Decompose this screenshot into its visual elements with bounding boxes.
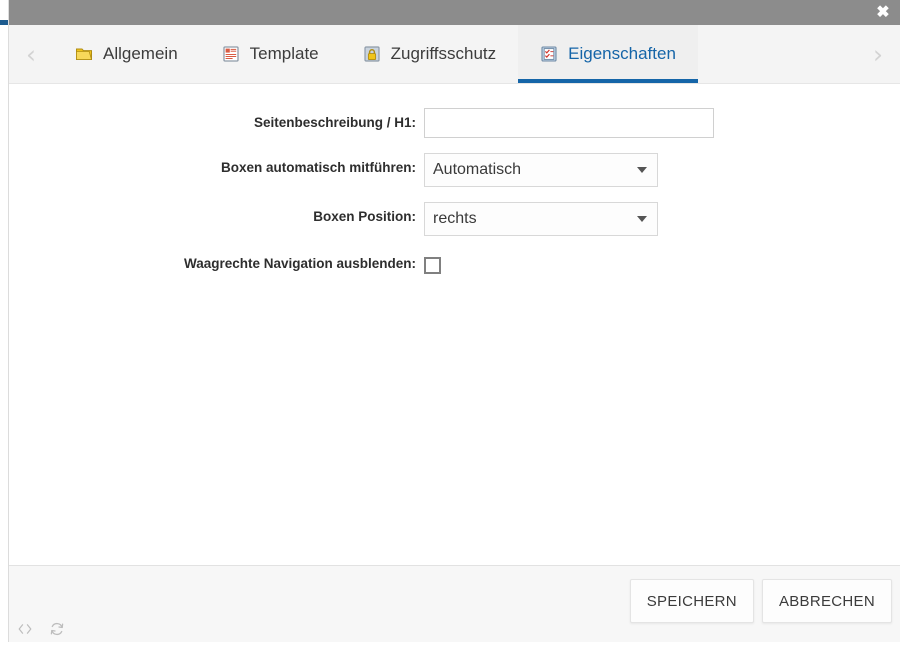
dialog-footer: SPEICHERN ABBRECHEN: [9, 565, 900, 642]
tab-label: Zugriffsschutz: [391, 44, 497, 64]
tab-list: Allgemein Template: [53, 25, 698, 83]
boxen-automatisch-select[interactable]: Automatisch: [424, 153, 658, 187]
footer-cutoff-text: [69, 638, 449, 648]
field-label: Seitenbeschreibung / H1:: [9, 108, 424, 138]
lock-icon: [363, 45, 381, 63]
boxen-position-select[interactable]: rechts: [424, 202, 658, 236]
form-row-seitenbeschreibung: Seitenbeschreibung / H1:: [9, 108, 900, 138]
tab-zugriffsschutz[interactable]: Zugriffsschutz: [341, 25, 519, 83]
tab-label: Allgemein: [103, 44, 178, 64]
select-value: Automatisch: [433, 161, 521, 179]
folder-icon: [75, 45, 93, 63]
page-root: ✖ ‹ Allgemein: [0, 0, 900, 642]
field-control: rechts: [424, 202, 900, 236]
field-control: [424, 251, 900, 274]
select-value: rechts: [433, 210, 477, 228]
tab-label: Eigenschaften: [568, 44, 676, 64]
footer-button-group: SPEICHERN ABBRECHEN: [630, 579, 892, 623]
properties-form: Seitenbeschreibung / H1: Boxen automatis…: [9, 84, 900, 277]
cancel-button[interactable]: ABBRECHEN: [762, 579, 892, 623]
seitenbeschreibung-input[interactable]: [424, 108, 714, 138]
form-row-boxen-automatisch: Boxen automatisch mitführen: Automatisch: [9, 153, 900, 187]
waagrechte-navigation-checkbox[interactable]: [424, 257, 441, 274]
template-icon: [222, 45, 240, 63]
background-left-strip: [0, 0, 9, 642]
background-accent-marker: [0, 20, 8, 25]
save-button[interactable]: SPEICHERN: [630, 579, 754, 623]
tab-allgemein[interactable]: Allgemein: [53, 25, 200, 83]
footer-tool-group: [17, 621, 65, 637]
tab-eigenschaften[interactable]: Eigenschaften: [518, 25, 698, 83]
field-label: Waagrechte Navigation ausblenden:: [9, 251, 424, 277]
form-row-waagrechte-navigation: Waagrechte Navigation ausblenden:: [9, 251, 900, 277]
tab-scroll-right-icon[interactable]: ›: [856, 25, 900, 83]
code-icon[interactable]: [17, 621, 33, 637]
properties-dialog: ✖ ‹ Allgemein: [9, 0, 900, 642]
dialog-titlebar: ✖: [9, 0, 900, 25]
dialog-content: Seitenbeschreibung / H1: Boxen automatis…: [9, 84, 900, 565]
tab-bar: ‹ Allgemein: [9, 25, 900, 84]
field-control: [424, 108, 900, 138]
tab-label: Template: [250, 44, 319, 64]
close-icon[interactable]: ✖: [872, 2, 894, 24]
form-row-boxen-position: Boxen Position: rechts: [9, 202, 900, 236]
field-control: Automatisch: [424, 153, 900, 187]
tab-template[interactable]: Template: [200, 25, 341, 83]
field-label: Boxen automatisch mitführen:: [9, 153, 424, 183]
field-label: Boxen Position:: [9, 202, 424, 232]
checklist-icon: [540, 45, 558, 63]
tab-scroll-left-icon[interactable]: ‹: [9, 25, 53, 83]
refresh-icon[interactable]: [49, 621, 65, 637]
